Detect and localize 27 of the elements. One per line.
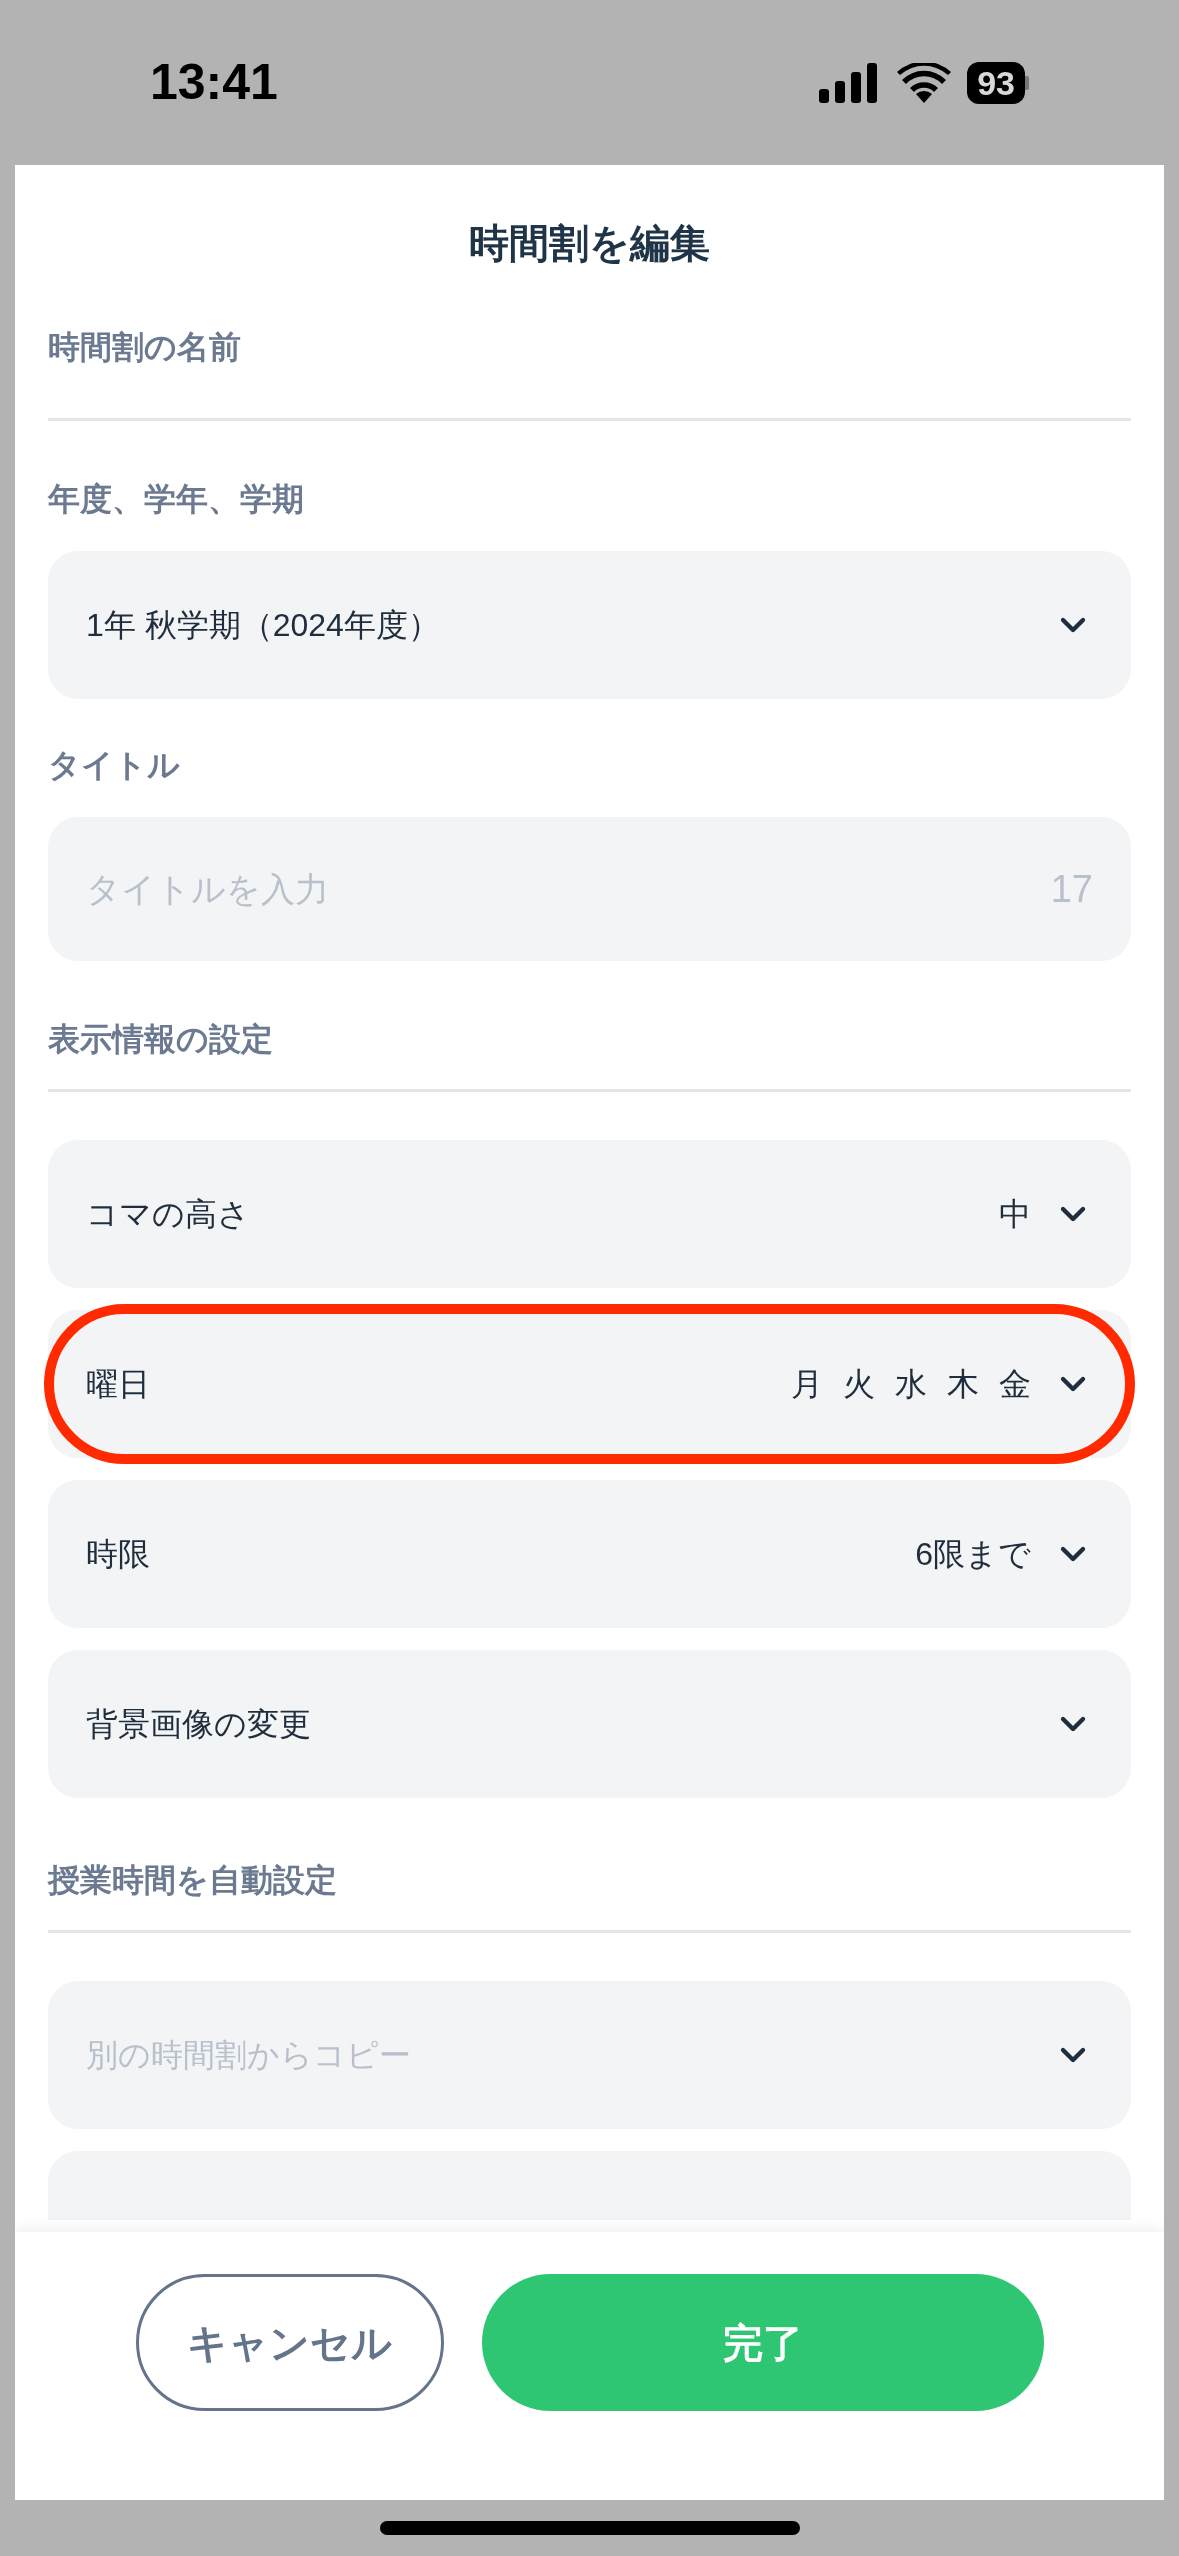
battery-level: 93 [967, 61, 1025, 104]
section-label: 年度、学年、学期 [48, 481, 305, 517]
title-input-field[interactable]: タイトルを入力 [86, 863, 1051, 915]
section-label: 時間割の名前 [48, 329, 242, 365]
signal-icon [819, 62, 880, 103]
character-counter: 17 [1050, 866, 1093, 912]
row-label: 曜日 [86, 1365, 150, 1404]
row-label: 時限 [86, 1535, 150, 1574]
select-row[interactable]: コマの高さ 中 [48, 1140, 1131, 1288]
select-row[interactable]: 背景画像の変更 [48, 1650, 1131, 1798]
cancel-button[interactable]: キャンセル [135, 2274, 444, 2411]
status-time: 13:41 [150, 53, 278, 112]
battery-tip-icon [1025, 75, 1029, 90]
row-placeholder: 別の時間割からコピー [86, 2036, 411, 2075]
section-label: タイトル [48, 747, 181, 783]
row-label: 1年 秋学期（2024年度） [86, 606, 440, 645]
row-value: 6限まで [915, 1535, 1031, 1574]
row-value: 中 [999, 1195, 1031, 1234]
row-label: コマの高さ [86, 1195, 250, 1234]
section-label: 授業時間を自動設定 [48, 1862, 338, 1898]
sheet-title: 時間割を編集 [468, 220, 711, 267]
select-row[interactable]: 時限 6限まで [48, 1480, 1131, 1628]
wifi-icon [897, 62, 952, 103]
section-label: 表示情報の設定 [48, 1021, 274, 1057]
row-value: 月 火 水 木 金 [790, 1365, 1031, 1404]
row-label: 背景画像の変更 [86, 1705, 311, 1744]
select-row[interactable]: 1年 秋学期（2024年度） [48, 551, 1131, 699]
